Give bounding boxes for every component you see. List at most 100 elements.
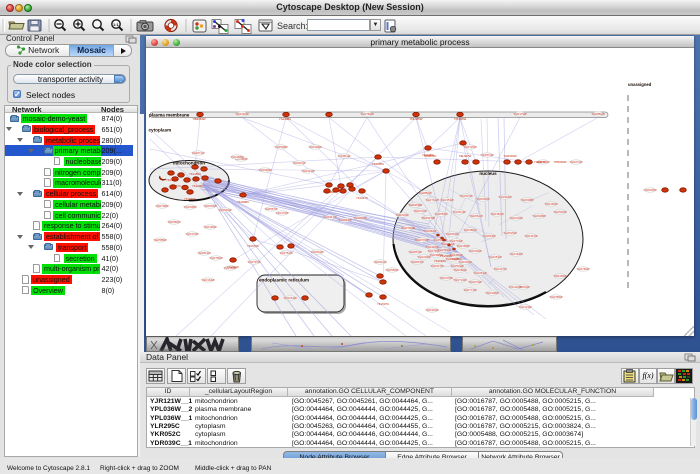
svg-text:YGR797W: YGR797W [247, 260, 261, 264]
svg-text:YGR170W: YGR170W [275, 211, 289, 215]
svg-text:YKL991C: YKL991C [184, 197, 196, 201]
svg-text:nucleus: nucleus [479, 171, 497, 176]
svg-text:YGR848W: YGR848W [353, 216, 367, 220]
svg-text:YGR162W: YGR162W [201, 278, 215, 282]
svg-text:YGR559W: YGR559W [434, 212, 448, 216]
svg-text:YPL036W: YPL036W [454, 117, 467, 121]
svg-text:YDL185W: YDL185W [410, 117, 423, 121]
svg-text:YGL008C: YGL008C [279, 117, 291, 121]
svg-text:YGR811W: YGR811W [337, 154, 351, 158]
svg-text:YGR254W: YGR254W [473, 271, 487, 275]
svg-text:YGR272W: YGR272W [569, 160, 583, 164]
svg-text:YGR184W: YGR184W [509, 252, 523, 256]
svg-text:YGR679W: YGR679W [468, 280, 482, 284]
svg-text:YKL503C: YKL503C [166, 178, 178, 182]
svg-text:YGR556W: YGR556W [385, 268, 399, 272]
svg-text:YGR585W: YGR585W [153, 238, 167, 242]
svg-text:YPR036W: YPR036W [553, 160, 566, 164]
svg-text:YGR529W: YGR529W [450, 264, 464, 268]
svg-text:YGR353W: YGR353W [440, 198, 454, 202]
svg-text:YGR813W: YGR813W [197, 251, 211, 255]
svg-text:YGR219W: YGR219W [283, 296, 297, 300]
svg-text:YGR693W: YGR693W [203, 204, 217, 208]
svg-text:YBR054W: YBR054W [192, 117, 205, 121]
svg-text:YGR732W: YGR732W [401, 226, 415, 230]
svg-text:mitochondrion: mitochondrion [173, 161, 205, 166]
svg-text:YGR708W: YGR708W [155, 204, 169, 208]
svg-text:YLR447C: YLR447C [534, 160, 546, 164]
svg-text:YGR525W: YGR525W [503, 231, 517, 235]
svg-text:YKL510C: YKL510C [434, 259, 446, 263]
svg-text:cytoplasm: cytoplasm [149, 128, 172, 133]
svg-text:YGR992W: YGR992W [498, 195, 512, 199]
svg-text:YKL155C: YKL155C [189, 172, 201, 176]
svg-text:YGR495W: YGR495W [553, 274, 567, 278]
svg-text:YGR572W: YGR572W [480, 153, 494, 157]
svg-text:YGR792W: YGR792W [425, 198, 439, 202]
svg-text:YGR467W: YGR467W [524, 234, 538, 238]
svg-text:YGR938W: YGR938W [532, 214, 546, 218]
svg-text:YGR647W: YGR647W [430, 264, 444, 268]
svg-text:YGR691W: YGR691W [310, 250, 324, 254]
svg-text:YGR336W: YGR336W [468, 249, 482, 253]
svg-text:YKL501C: YKL501C [227, 265, 239, 269]
svg-text:YGR774W: YGR774W [463, 288, 477, 292]
svg-text:YGR979W: YGR979W [408, 203, 422, 207]
svg-text:YGR627W: YGR627W [421, 216, 435, 220]
svg-text:YGR608W: YGR608W [183, 205, 197, 209]
svg-text:YGR421W: YGR421W [301, 169, 315, 173]
svg-text:YGR195W: YGR195W [203, 225, 217, 229]
svg-text:YGR270W: YGR270W [413, 209, 427, 213]
svg-text:YGR500W: YGR500W [476, 197, 490, 201]
svg-text:YGR916W: YGR916W [218, 208, 232, 212]
svg-text:YGR448W: YGR448W [308, 145, 322, 149]
svg-text:endoplasmic reticulum: endoplasmic reticulum [259, 278, 309, 283]
svg-text:YGR960W: YGR960W [167, 220, 181, 224]
svg-text:YGR941W: YGR941W [373, 260, 387, 264]
svg-text:YGR376W: YGR376W [185, 232, 199, 236]
svg-text:YGR417W: YGR417W [323, 215, 337, 219]
svg-text:YGR478W: YGR478W [439, 276, 453, 280]
svg-text:YGR784W: YGR784W [360, 112, 374, 116]
svg-text:YGR112W: YGR112W [508, 285, 522, 289]
svg-text:YGR671W: YGR671W [191, 151, 205, 155]
svg-text:YGR123W: YGR123W [518, 305, 532, 309]
svg-text:YGR540W: YGR540W [553, 210, 567, 214]
svg-text:YGR856W: YGR856W [418, 191, 432, 195]
svg-text:YGR762W: YGR762W [279, 251, 293, 255]
svg-text:YGR857W: YGR857W [408, 250, 422, 254]
svg-text:YGR507W: YGR507W [459, 194, 473, 198]
svg-text:YGR232W: YGR232W [395, 213, 409, 217]
svg-text:YGR725W: YGR725W [463, 145, 477, 149]
svg-text:YGR807W: YGR807W [410, 260, 424, 264]
svg-text:YGR254W: YGR254W [488, 255, 502, 259]
svg-text:YGR228W: YGR228W [417, 255, 431, 259]
svg-text:YGR337W: YGR337W [493, 267, 507, 271]
svg-text:YGR385W: YGR385W [463, 228, 477, 232]
svg-text:YKL995C: YKL995C [372, 162, 384, 166]
svg-text:YGR391W: YGR391W [425, 308, 439, 312]
svg-text:YOR332W: YOR332W [503, 154, 517, 158]
svg-text:YGR937W: YGR937W [292, 161, 306, 165]
svg-text:YGR384W: YGR384W [490, 212, 504, 216]
svg-text:YGR724W: YGR724W [453, 278, 467, 282]
svg-text:YGR458W: YGR458W [230, 155, 244, 159]
svg-text:YGR882W: YGR882W [591, 112, 605, 116]
svg-text:YGR703W: YGR703W [449, 239, 463, 243]
svg-text:YKL206C: YKL206C [192, 184, 204, 188]
svg-text:YGR020C: YGR020C [424, 154, 437, 158]
svg-text:YGR455W: YGR455W [549, 295, 563, 299]
svg-text:YKL672C: YKL672C [247, 244, 259, 248]
svg-text:YGR984W: YGR984W [423, 229, 437, 233]
svg-text:YGR280W: YGR280W [453, 268, 467, 272]
svg-text:YKL567C: YKL567C [169, 184, 181, 188]
svg-text:YGR662W: YGR662W [469, 214, 483, 218]
svg-text:YGR140W: YGR140W [235, 112, 249, 116]
svg-text:YKL796C: YKL796C [323, 190, 335, 194]
svg-text:YKL507C: YKL507C [377, 302, 389, 306]
svg-text:YGR908W: YGR908W [274, 145, 288, 149]
svg-text:YGR426W: YGR426W [425, 245, 439, 249]
svg-text:YGR770W: YGR770W [415, 238, 429, 242]
svg-text:YGR286W: YGR286W [456, 244, 470, 248]
svg-text:YGR182W: YGR182W [544, 202, 558, 206]
